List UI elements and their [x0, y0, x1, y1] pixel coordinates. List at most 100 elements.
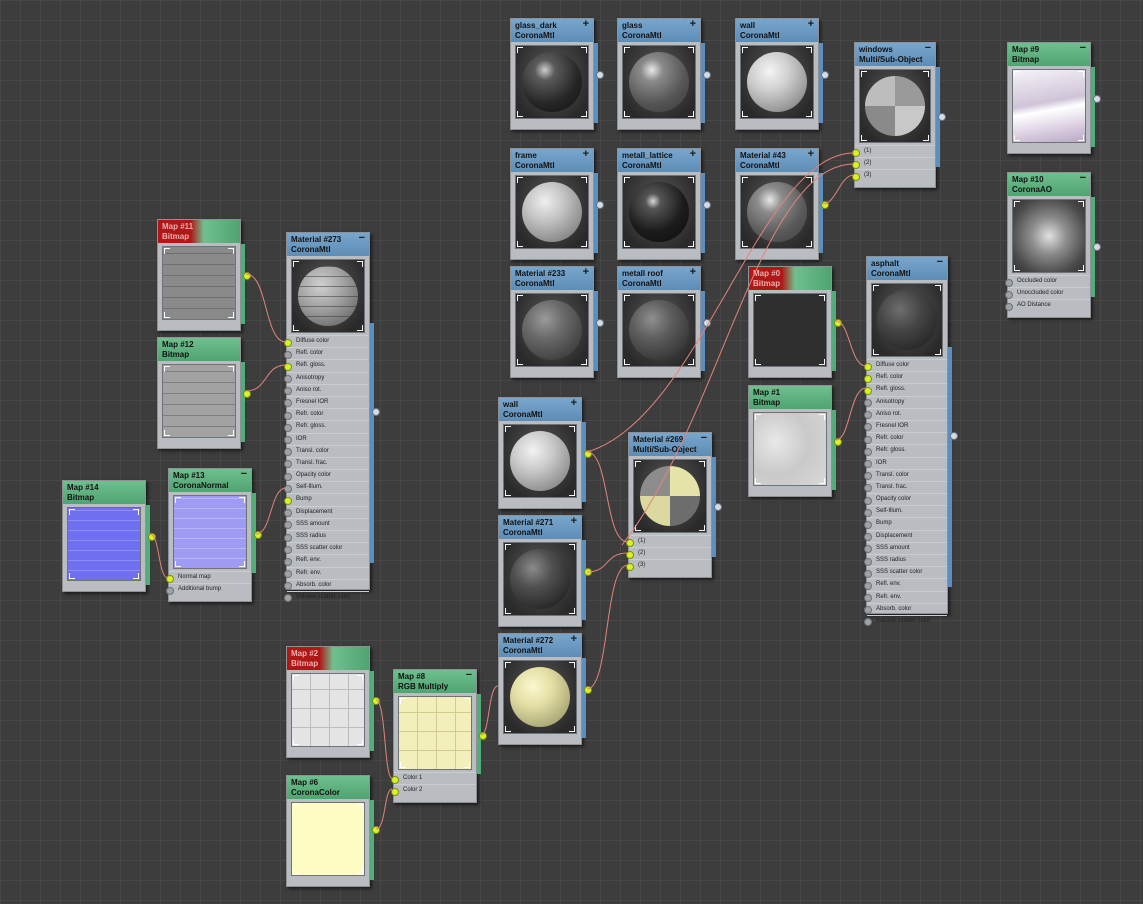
input-socket[interactable]: [1005, 290, 1013, 299]
node-map-6[interactable]: Map #6 CoronaColor: [286, 775, 380, 887]
input-socket[interactable]: [864, 569, 872, 578]
output-socket[interactable]: [834, 438, 842, 446]
output-socket[interactable]: [821, 71, 829, 79]
slot-self-illum[interactable]: Self-Illum.: [864, 505, 947, 517]
output-socket[interactable]: [584, 568, 592, 576]
node-map-11[interactable]: Map #11 Bitmap: [157, 219, 251, 331]
node-material-233[interactable]: Material #233 CoronaMtl +: [510, 266, 604, 378]
input-socket[interactable]: [864, 496, 872, 505]
plus-icon[interactable]: +: [690, 19, 696, 30]
slot-normal-map[interactable]: Normal map: [166, 571, 251, 583]
slot-additional-bump[interactable]: Additional bump: [166, 583, 251, 595]
slot-1[interactable]: (1): [626, 535, 711, 547]
node-header[interactable]: Map #8 RGB Multiply −: [394, 670, 476, 693]
input-socket[interactable]: [864, 533, 872, 542]
output-socket[interactable]: [584, 450, 592, 458]
minus-icon[interactable]: −: [466, 670, 472, 681]
node-header[interactable]: Map #10 CoronaAO −: [1008, 173, 1090, 196]
slot-3[interactable]: (3): [852, 169, 935, 181]
node-header[interactable]: Map #0 Bitmap: [749, 267, 831, 290]
slot-3[interactable]: (3): [626, 559, 711, 571]
slot-sss-scatter-color[interactable]: SSS scatter color: [864, 566, 947, 578]
input-socket[interactable]: [284, 448, 292, 457]
input-socket[interactable]: [284, 533, 292, 542]
input-socket[interactable]: [284, 387, 292, 396]
slot-displacement[interactable]: Displacement: [284, 505, 369, 518]
node-header[interactable]: frame CoronaMtl +: [511, 149, 593, 172]
input-socket[interactable]: [864, 520, 872, 529]
input-socket[interactable]: [284, 521, 292, 530]
output-socket[interactable]: [1093, 243, 1101, 251]
slot-absorb-color[interactable]: Absorb. color: [864, 602, 947, 615]
output-socket[interactable]: [372, 408, 380, 416]
node-header[interactable]: Material #272 CoronaMtl +: [499, 634, 581, 657]
node-map-13[interactable]: Map #13 CoronaNormal − Normal map Additi…: [166, 468, 262, 602]
input-socket[interactable]: [284, 423, 292, 432]
input-socket[interactable]: [626, 550, 634, 559]
plus-icon[interactable]: +: [808, 19, 814, 30]
slot-refl-gloss[interactable]: Refl. gloss.: [284, 359, 369, 371]
slot-sss-scatter-color[interactable]: SSS scatter color: [284, 542, 369, 554]
input-socket[interactable]: [284, 570, 292, 579]
minus-icon[interactable]: −: [937, 257, 943, 268]
plus-icon[interactable]: +: [583, 19, 589, 30]
input-socket[interactable]: [284, 484, 292, 493]
minus-icon[interactable]: −: [1080, 43, 1086, 54]
node-map-12[interactable]: Map #12 Bitmap: [157, 337, 251, 449]
slot-color-1[interactable]: Color 1: [391, 772, 476, 784]
input-socket[interactable]: [864, 508, 872, 517]
slot-bump[interactable]: Bump: [284, 493, 369, 505]
input-socket[interactable]: [864, 447, 872, 456]
input-socket[interactable]: [391, 775, 399, 784]
slot-aniso-rot[interactable]: Aniso rot.: [284, 383, 369, 396]
plus-icon[interactable]: +: [583, 149, 589, 160]
slot-volume-scatter-color[interactable]: Volume scatter color: [284, 590, 369, 603]
input-socket[interactable]: [284, 460, 292, 469]
input-socket[interactable]: [626, 538, 634, 547]
slot-2[interactable]: (2): [852, 157, 935, 169]
slot-fresnel-ior[interactable]: Fresnel IOR: [864, 419, 947, 432]
node-header[interactable]: Map #12 Bitmap: [158, 338, 240, 361]
slot-refr-color[interactable]: Refr. color: [864, 432, 947, 444]
slot-unoccluded-color[interactable]: Unoccluded color: [1005, 287, 1090, 299]
node-wall-top[interactable]: wall CoronaMtl +: [735, 18, 829, 130]
input-socket[interactable]: [626, 562, 634, 571]
slot-refl-env[interactable]: Refl. env.: [284, 554, 369, 566]
output-socket[interactable]: [243, 272, 251, 280]
node-map-9[interactable]: Map #9 Bitmap −: [1007, 42, 1101, 154]
slot-self-illum[interactable]: Self-Illum.: [284, 481, 369, 493]
node-header[interactable]: Material #269 Multi/Sub-Object −: [629, 433, 711, 456]
minus-icon[interactable]: −: [1080, 173, 1086, 184]
slot-refr-env[interactable]: Refr. env.: [284, 566, 369, 579]
node-header[interactable]: Map #13 CoronaNormal −: [169, 469, 251, 492]
node-map-8[interactable]: Map #8 RGB Multiply − Color 1 Color 2: [391, 669, 487, 803]
input-socket[interactable]: [864, 618, 872, 627]
slot-ior[interactable]: IOR: [284, 432, 369, 445]
node-header[interactable]: wall CoronaMtl +: [499, 398, 581, 421]
node-material-273[interactable]: Material #273 CoronaMtl − Diffuse color R…: [284, 232, 380, 603]
slot-bump[interactable]: Bump: [864, 517, 947, 529]
node-material-269[interactable]: Material #269 Multi/Sub-Object − (1) (2)…: [626, 432, 722, 578]
slot-transl-color[interactable]: Transl. color: [284, 444, 369, 457]
slot-refr-gloss[interactable]: Refr. gloss.: [864, 444, 947, 456]
node-frame[interactable]: frame CoronaMtl +: [510, 148, 604, 260]
output-socket[interactable]: [950, 432, 958, 440]
plus-icon[interactable]: +: [571, 516, 577, 527]
output-socket[interactable]: [372, 697, 380, 705]
input-socket[interactable]: [284, 496, 292, 505]
plus-icon[interactable]: +: [571, 398, 577, 409]
input-socket[interactable]: [864, 545, 872, 554]
slot-transl-color[interactable]: Transl. color: [864, 468, 947, 481]
slot-ior[interactable]: IOR: [864, 456, 947, 469]
plus-icon[interactable]: +: [690, 267, 696, 278]
node-map-1[interactable]: Map #1 Bitmap: [748, 385, 842, 497]
slot-refr-gloss[interactable]: Refr. gloss.: [284, 420, 369, 432]
node-header[interactable]: Map #2 Bitmap: [287, 647, 369, 670]
node-header[interactable]: Map #6 CoronaColor: [287, 776, 369, 799]
input-socket[interactable]: [284, 399, 292, 408]
input-socket[interactable]: [864, 435, 872, 444]
slot-displacement[interactable]: Displacement: [864, 529, 947, 542]
node-glass-dark[interactable]: glass_dark CoronaMtl +: [510, 18, 604, 130]
input-socket[interactable]: [284, 350, 292, 359]
slot-anisotropy[interactable]: Anisotropy: [284, 371, 369, 384]
